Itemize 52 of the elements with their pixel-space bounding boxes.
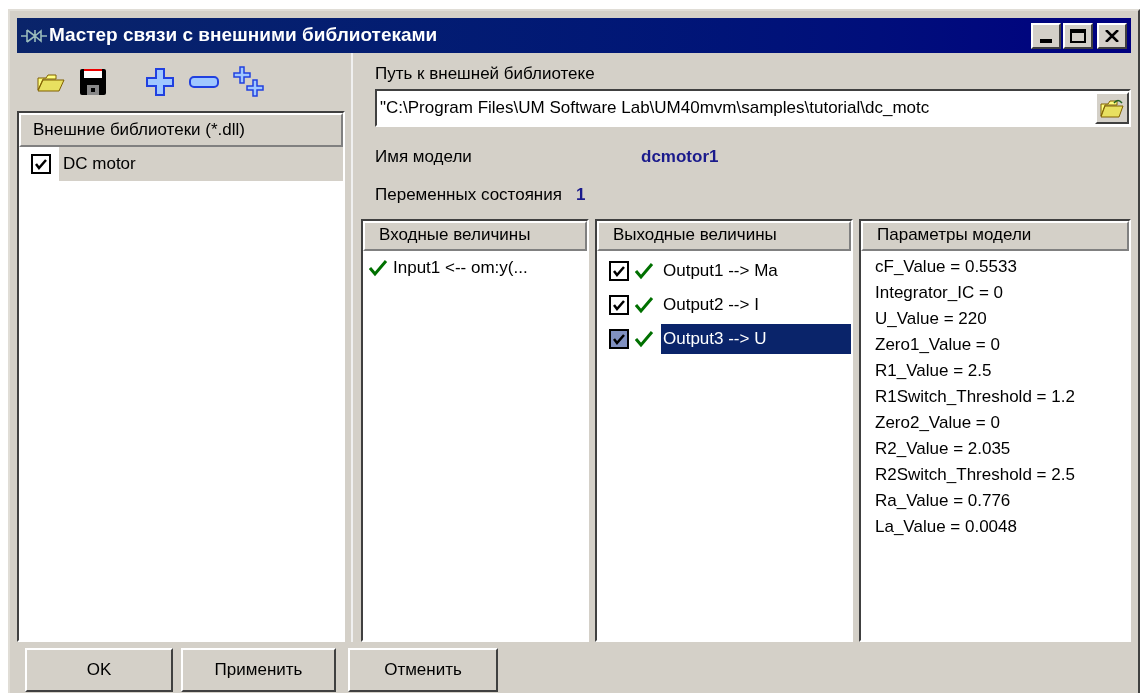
check-icon (369, 259, 389, 277)
column-header: Параметры модели (861, 221, 1129, 251)
path-label: Путь к внешней библиотеке (375, 63, 596, 83)
parameter-item: R1Switch_Threshold = 1.2 (875, 386, 1076, 409)
open-folder-icon (1100, 98, 1124, 118)
model-name-value: dcmotor1 (641, 146, 719, 169)
browse-button[interactable] (1095, 92, 1129, 124)
state-variables-label: Переменных состояния (375, 184, 562, 207)
parameter-item: Integrator_IC = 0 (875, 282, 1005, 305)
parameter-item: R2_Value = 2.035 (875, 438, 1012, 461)
minimize-button[interactable] (1031, 22, 1061, 49)
dialog-button[interactable]: Применить (181, 648, 336, 692)
parameter-item: Zero1_Value = 0 (875, 334, 1001, 357)
remove-icon (189, 76, 219, 88)
close-button[interactable] (1097, 22, 1127, 49)
parameter-item: Ra_Value = 0.776 (875, 490, 1012, 513)
state-variables-value: 1 (575, 184, 586, 207)
output-item[interactable]: Output2 --> I (661, 290, 851, 320)
model-name-label: Имя модели (375, 146, 473, 169)
check-icon (635, 330, 655, 348)
save-icon (79, 68, 107, 96)
signal-block-icon (21, 27, 47, 44)
window-title: Мастер связи с внешними библиотеками (49, 23, 438, 48)
library-item[interactable]: DC motor (59, 147, 343, 181)
column-header: Внешние библиотеки (*.dll) (19, 113, 343, 147)
output-item[interactable]: Output1 --> Ma (661, 256, 851, 286)
parameter-item: R1_Value = 2.5 (875, 360, 993, 383)
add-multiple-icon (233, 66, 265, 98)
column-header: Выходные величины (597, 221, 851, 251)
column-header: Входные величины (363, 221, 587, 251)
input-item[interactable]: Input1 <-- om:y(... (393, 255, 528, 281)
parameter-item: R2Switch_Threshold = 2.5 (875, 464, 1076, 487)
parameter-item: U_Value = 220 (875, 308, 988, 331)
path-field[interactable]: "C:\Program Files\UM Software Lab\UM40mvm\samples\tutorial\dc_motc (375, 89, 1131, 127)
output-item[interactable]: Output3 --> U (661, 324, 851, 354)
checkbox[interactable] (609, 329, 629, 349)
parameter-item: cF_Value = 0.5533 (875, 256, 1018, 279)
checkbox[interactable] (31, 154, 51, 174)
minimize-icon (1040, 38, 1052, 43)
maximize-button[interactable] (1063, 22, 1093, 49)
check-icon (635, 262, 655, 280)
add-icon (145, 67, 175, 97)
parameter-item: Zero2_Value = 0 (875, 412, 1001, 435)
open-folder-icon (37, 72, 65, 92)
checkbox[interactable] (609, 261, 629, 281)
check-icon (635, 296, 655, 314)
checkbox[interactable] (609, 295, 629, 315)
dialog-button[interactable]: OK (25, 648, 173, 692)
close-icon (1105, 29, 1119, 42)
maximize-icon (1070, 28, 1086, 43)
parameter-item: La_Value = 0.0048 (875, 516, 1018, 539)
dialog-button[interactable]: Отменить (348, 648, 498, 692)
